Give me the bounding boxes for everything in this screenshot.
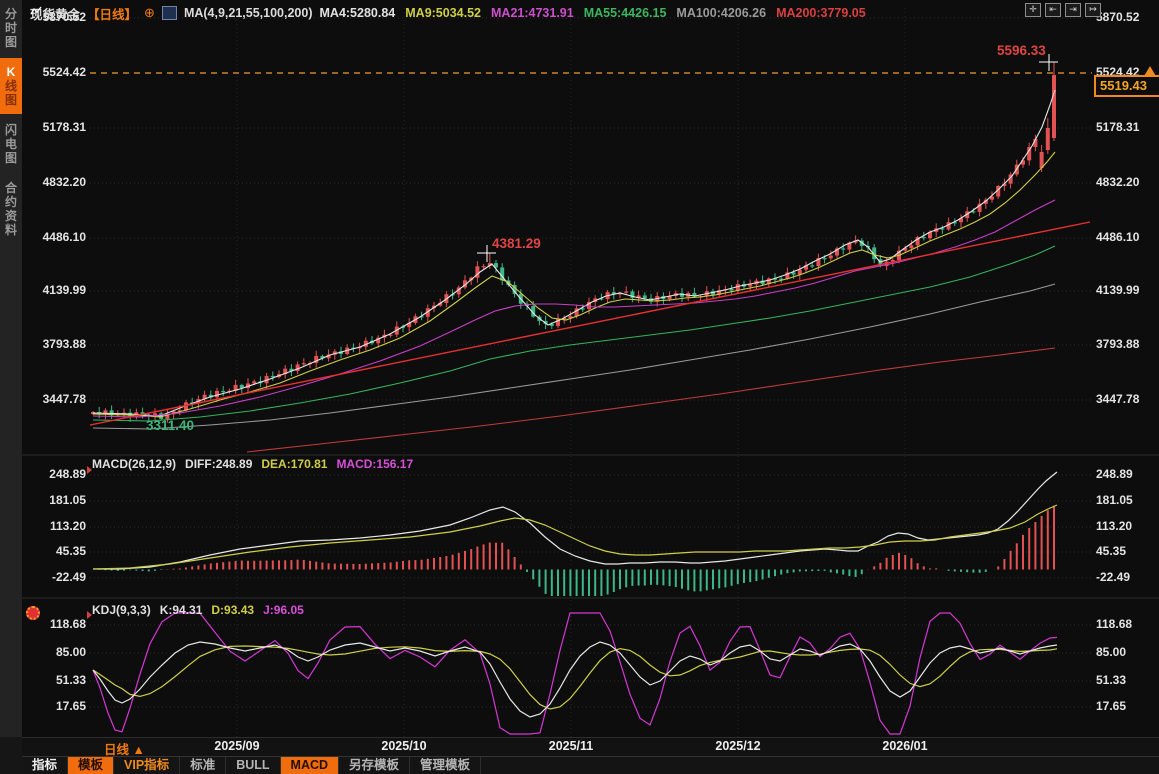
- bottom-tab-另存模板[interactable]: 另存模板: [339, 757, 410, 774]
- y-axis-label: 4832.20: [1096, 175, 1139, 190]
- bottom-tab-VIP指标[interactable]: VIP指标: [114, 757, 180, 774]
- y-axis-label: -22.49: [1096, 570, 1130, 585]
- y-axis-label: 3447.78: [28, 392, 86, 407]
- chart-header: 现货黄金 【日线】 ⊕ MA(4,9,21,55,100,200) MA4:52…: [30, 5, 866, 21]
- bottom-tab-BULL[interactable]: BULL: [226, 757, 280, 774]
- ma-value-label: MA21:4731.91: [491, 6, 574, 20]
- sidebar-bottom-spacer: [0, 737, 22, 774]
- last-price-tag: 5519.43: [1094, 75, 1159, 97]
- kdj-value-label: D:93.43: [211, 603, 254, 617]
- y-axis-label: -22.49: [28, 570, 86, 585]
- chart-canvas[interactable]: [0, 0, 1159, 774]
- bottom-tab-标准[interactable]: 标准: [180, 757, 226, 774]
- sidebar-tab-char: 图: [0, 151, 22, 165]
- macd-value-label: MACD:156.17: [336, 457, 413, 471]
- compress-left-icon[interactable]: ⇤: [1045, 3, 1061, 17]
- x-axis-month-label: 2025/11: [549, 739, 594, 753]
- y-axis-label: 113.20: [1096, 519, 1132, 534]
- kdj-panel-header: KDJ(9,3,3) K:94.31 D:93.43 J:96.05: [92, 603, 304, 617]
- y-axis-label: 118.68: [28, 617, 86, 632]
- y-axis-label: 4486.10: [1096, 230, 1139, 245]
- y-axis-label: 181.05: [28, 493, 86, 508]
- sidebar-tab-char: 闪: [0, 123, 22, 137]
- sidebar-tab-char: 线: [0, 79, 22, 93]
- y-axis-label: 4139.99: [28, 283, 86, 298]
- low-annotation: 3311.40: [146, 418, 194, 433]
- y-axis-label: 5870.52: [1096, 10, 1139, 25]
- chart-toolbar: ✛ ⇤ ⇥ ↦: [1025, 3, 1101, 17]
- ma-values: MA4:5280.84 MA9:5034.52 MA21:4731.91 MA55:4…: [320, 6, 866, 20]
- macd-title: MACD(26,12,9): [92, 457, 176, 471]
- kdj-value-label: K:94.31: [160, 603, 203, 617]
- kdj-title: KDJ(9,3,3): [92, 603, 151, 617]
- sidebar-tab-3[interactable]: 闪电图: [0, 116, 22, 172]
- sidebar-tab-1[interactable]: 分时图: [0, 0, 22, 56]
- x-axis-month-label: 2025/12: [715, 739, 760, 753]
- sidebar-tab-2[interactable]: K线图: [0, 58, 22, 114]
- y-axis-label: 5178.31: [1096, 120, 1139, 135]
- y-axis-label: 3447.78: [1096, 392, 1139, 407]
- y-axis-label: 3793.88: [1096, 337, 1139, 352]
- sidebar-tab-char: 合: [0, 181, 22, 195]
- trading-app-window: 分时图K线图闪电图合约资料 现货黄金 【日线】 ⊕ MA(4,9,21,55,1…: [0, 0, 1159, 774]
- sidebar-tab-char: 时: [0, 21, 22, 35]
- ma-value-label: MA9:5034.52: [405, 6, 481, 20]
- y-axis-label: 45.35: [1096, 544, 1126, 559]
- kdj-settings-icon[interactable]: [26, 606, 40, 620]
- y-axis-label: 3793.88: [28, 337, 86, 352]
- ma-params-label: MA(4,9,21,55,100,200): [184, 6, 313, 20]
- bottom-tab-指标[interactable]: 指标: [22, 757, 68, 774]
- y-axis-label: 248.89: [1096, 467, 1133, 482]
- y-axis-label: 248.89: [28, 467, 86, 482]
- y-axis-label: 45.35: [28, 544, 86, 559]
- sidebar-tab-char: 图: [0, 93, 22, 107]
- ma-value-label: MA4:5280.84: [320, 6, 396, 20]
- kdj-value-label: J:96.05: [263, 603, 304, 617]
- period-tag: 【日线】: [87, 4, 137, 23]
- ma-value-label: MA55:4426.15: [584, 6, 667, 20]
- y-axis-label: 4832.20: [28, 175, 86, 190]
- x-axis-month-label: 2025/10: [381, 739, 426, 753]
- y-axis-label: 4486.10: [28, 230, 86, 245]
- y-axis-label: 51.33: [1096, 673, 1126, 688]
- y-axis-label: 85.00: [28, 645, 86, 660]
- bottom-tab-管理模板[interactable]: 管理模板: [410, 757, 481, 774]
- y-axis-label: 181.05: [1096, 493, 1133, 508]
- sidebar-tab-char: 约: [0, 195, 22, 209]
- sidebar-tab-4[interactable]: 合约资料: [0, 174, 22, 244]
- bottom-tab-模板[interactable]: 模板: [68, 757, 114, 774]
- ma-value-label: MA200:3779.05: [776, 6, 866, 20]
- peak-annotation: 4381.29: [492, 236, 541, 251]
- y-axis-label: 17.65: [1096, 699, 1126, 714]
- compress-right-icon[interactable]: ⇥: [1065, 3, 1081, 17]
- y-axis-label: 17.65: [28, 699, 86, 714]
- sidebar-tab-char: 分: [0, 7, 22, 21]
- y-axis-label: 85.00: [1096, 645, 1126, 660]
- sidebar-tab-char: 电: [0, 137, 22, 151]
- y-axis-label: 5524.42: [28, 65, 86, 80]
- x-axis-month-label: 2026/01: [882, 739, 927, 753]
- jump-to-end-icon[interactable]: ↦: [1085, 3, 1101, 17]
- x-axis-month-label: 2025/09: [214, 739, 259, 753]
- left-sidebar: 分时图K线图闪电图合约资料: [0, 0, 22, 737]
- y-axis-label: 4139.99: [1096, 283, 1139, 298]
- ma-indicator-icon[interactable]: [162, 6, 177, 20]
- y-axis-label: 113.20: [28, 519, 86, 534]
- macd-value-label: DEA:170.81: [261, 457, 327, 471]
- sidebar-tab-char: K: [0, 65, 22, 79]
- sidebar-tab-char: 料: [0, 223, 22, 237]
- y-axis-label: 5178.31: [28, 120, 86, 135]
- y-axis-label: 51.33: [28, 673, 86, 688]
- bottom-tab-MACD[interactable]: MACD: [281, 757, 340, 774]
- macd-panel-header: MACD(26,12,9) DIFF:248.89 DEA:170.81 MACD:…: [92, 457, 413, 471]
- ma-value-label: MA100:4206.26: [676, 6, 766, 20]
- add-overlay-icon[interactable]: ⊕: [144, 5, 155, 21]
- macd-value-label: DIFF:248.89: [185, 457, 252, 471]
- pan-icon[interactable]: ✛: [1025, 3, 1041, 17]
- sidebar-tab-char: 资: [0, 209, 22, 223]
- high-annotation: 5596.33: [997, 43, 1046, 58]
- y-axis-label: 118.68: [1096, 617, 1132, 632]
- sidebar-tab-char: 图: [0, 35, 22, 49]
- bottom-tab-bar: 指标模板VIP指标标准BULLMACD另存模板管理模板: [22, 756, 1159, 774]
